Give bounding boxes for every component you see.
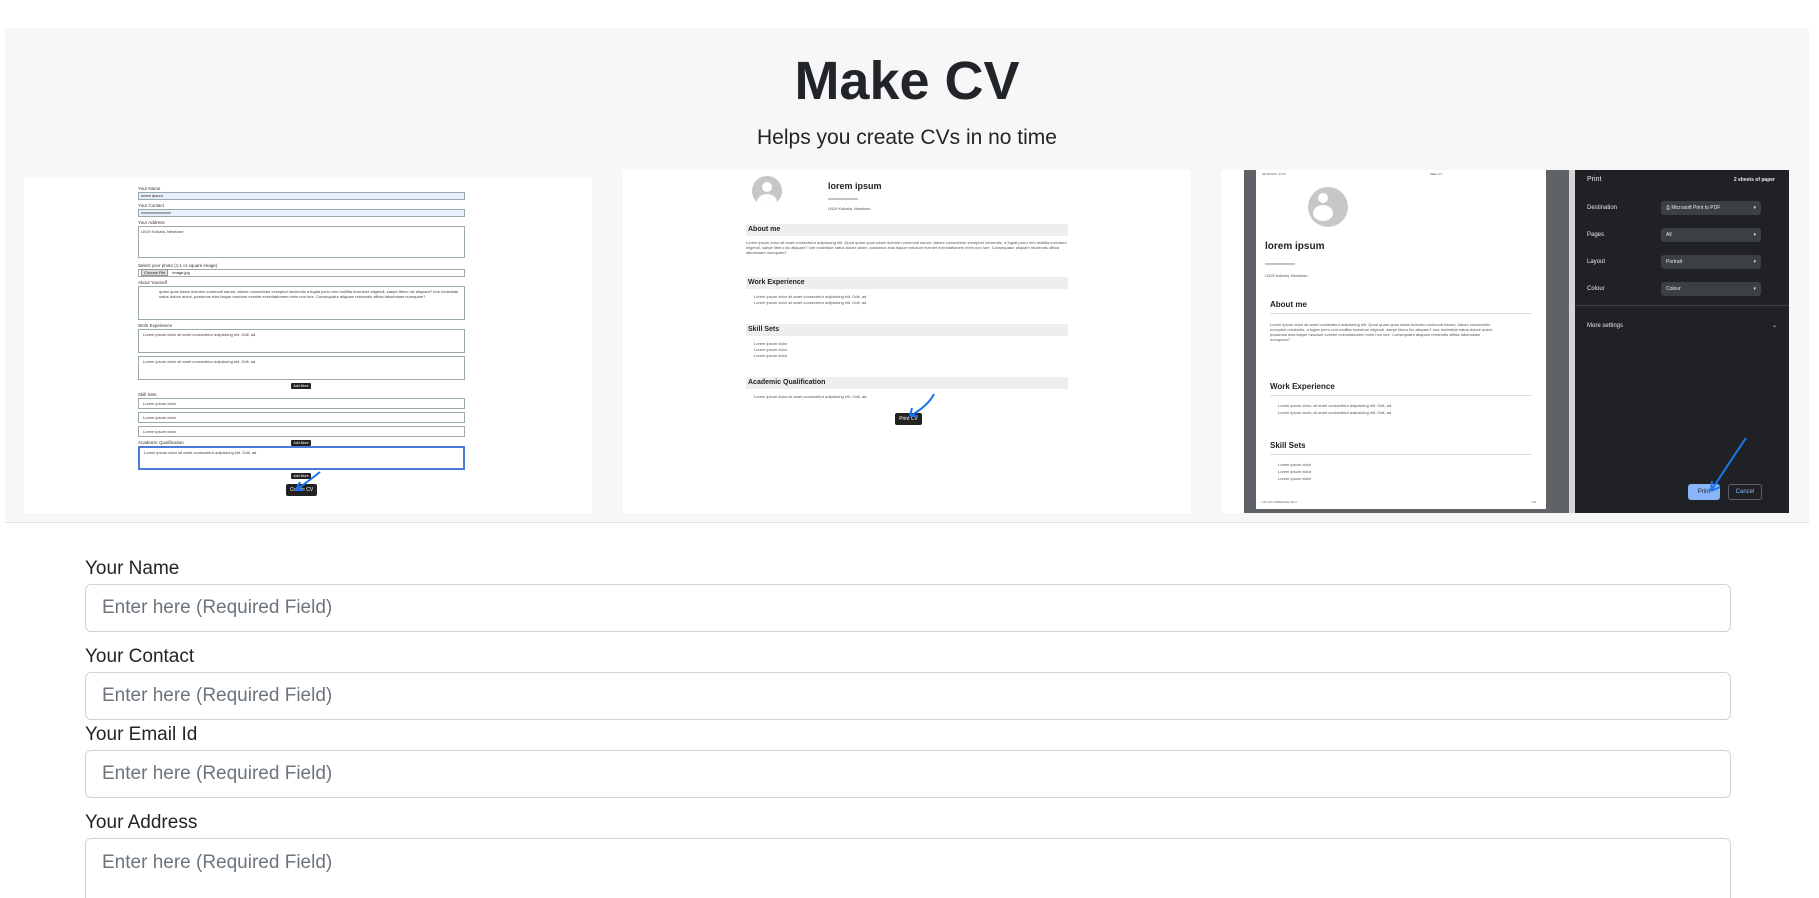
mini-skill-field-3: Lorem ipsum dolor bbox=[138, 426, 465, 437]
chevron-down-icon: ▾ bbox=[1753, 259, 1756, 265]
chevron-down-icon: ⌄ bbox=[1771, 323, 1777, 329]
chevron-down-icon: ▾ bbox=[1753, 205, 1756, 211]
mini-name-field: lorem ipsum bbox=[138, 192, 465, 200]
contact-label: Your Contact bbox=[85, 646, 195, 667]
print-work-2: Lorem ipsum dolor, sit amet consectetur … bbox=[1278, 410, 1393, 415]
preview-image-form: Your Name lorem ipsum Your Contact xxxxx… bbox=[24, 178, 592, 513]
print-section-about: About me bbox=[1270, 300, 1307, 309]
mini-skill-field-2: Lorem ipsum dolor bbox=[138, 412, 465, 423]
print-layout-label: Layout bbox=[1587, 259, 1606, 265]
pointer-arrow-icon bbox=[1710, 437, 1747, 492]
print-cv-name: lorem ipsum bbox=[1265, 241, 1325, 252]
divider bbox=[1575, 305, 1789, 306]
mini-label-work: Work Experience bbox=[138, 323, 173, 328]
mini-cv-skill-3: Lorem ipsum dolor bbox=[754, 353, 788, 358]
mini-cv-section-work: Work Experience bbox=[746, 277, 1068, 289]
mini-cv-section-academic: Academic Qualification bbox=[746, 377, 1068, 389]
avatar-icon bbox=[752, 176, 782, 206]
mini-cv-contact: xxxxxxxxxxxxxxx bbox=[828, 196, 858, 201]
mini-label-skills: Skill Sets bbox=[138, 392, 157, 397]
mini-file-name: image.jpg bbox=[172, 270, 190, 275]
print-skill-2: Lorem ipsum dolor bbox=[1278, 469, 1312, 474]
mini-cv-section-skills: Skill Sets bbox=[746, 324, 1068, 336]
mini-about-field: quam quos totam dolorem commodi earum, l… bbox=[138, 286, 465, 320]
print-layout-value: Portrait bbox=[1666, 259, 1683, 265]
chevron-down-icon: ▾ bbox=[1753, 232, 1756, 238]
email-label: Your Email Id bbox=[85, 724, 198, 745]
preview-image-print: 04/11/2022, 23:11 Make CV lorem ipsum xx… bbox=[1221, 170, 1789, 513]
divider bbox=[1270, 313, 1532, 314]
print-colour-label: Colour bbox=[1587, 286, 1605, 292]
print-colour-select: Colour ▾ bbox=[1661, 282, 1761, 296]
print-cv-address: LB19 Kolkata, Newtown bbox=[1265, 273, 1308, 278]
pointer-arrow-icon bbox=[909, 393, 935, 417]
divider bbox=[1270, 454, 1532, 455]
name-label: Your Name bbox=[85, 558, 180, 579]
mini-label-address: Your Address bbox=[138, 220, 165, 225]
print-footer-page: 1/2 bbox=[1532, 500, 1537, 504]
mini-label-contact: Your Contact bbox=[138, 203, 164, 208]
print-header-title: Make CV bbox=[1430, 172, 1443, 176]
mini-work-field-2: Lorem ipsum dolor sit amet consectetur a… bbox=[138, 356, 465, 380]
preview-image-cv: lorem ipsum xxxxxxxxxxxxxxx LB19 Kolkata… bbox=[623, 170, 1191, 513]
mini-cv-name: lorem ipsum bbox=[828, 181, 882, 191]
print-about-text: Lorem ipsum dolor sit amet consectetur a… bbox=[1270, 322, 1493, 342]
mini-label-photo: Select your photo (1:1 or square image) bbox=[138, 263, 218, 268]
print-pages-select: All ▾ bbox=[1661, 228, 1761, 242]
print-skill-3: Lorem ipsum dolor bbox=[1278, 476, 1312, 481]
mini-cv-section-about: About me bbox=[746, 224, 1068, 236]
mini-label-about: About Yourself bbox=[138, 280, 168, 285]
divider bbox=[1270, 395, 1532, 396]
mini-cv-skill-1: Lorem ipsum dolor bbox=[754, 341, 788, 346]
print-sheets-count: 2 sheets of paper bbox=[1733, 177, 1775, 183]
print-destination-select: ⎙ Microsoft Print to PDF ▾ bbox=[1661, 201, 1761, 215]
pointer-arrow-icon bbox=[295, 471, 321, 491]
page-title: Make CV bbox=[794, 51, 1020, 111]
mini-label-name: Your Name bbox=[138, 186, 161, 191]
contact-input[interactable] bbox=[85, 672, 1731, 720]
mini-file-button: Choose File bbox=[141, 269, 169, 276]
print-section-work: Work Experience bbox=[1270, 382, 1335, 391]
address-textarea[interactable] bbox=[85, 838, 1731, 898]
print-section-skills: Skill Sets bbox=[1270, 441, 1306, 450]
mini-academic-field: Lorem ipsum dolor sit amet consectetur a… bbox=[138, 446, 465, 470]
mini-cv-skill-2: Lorem ipsum dolor bbox=[754, 347, 788, 352]
print-settings-panel: Print 2 sheets of paper Destination ⎙ Mi… bbox=[1575, 170, 1789, 513]
mini-cv-address: LB19 Kolkata, Newtown bbox=[828, 206, 871, 211]
chevron-down-icon: ▾ bbox=[1753, 286, 1756, 292]
mini-cv-work-2: Lorem ipsum dolor sit amet consectetur a… bbox=[754, 300, 868, 305]
mini-add-more-work: Add More bbox=[291, 383, 311, 389]
email-input[interactable] bbox=[85, 750, 1731, 798]
print-destination-label: Destination bbox=[1587, 205, 1618, 211]
mini-file-field: Choose File image.jpg bbox=[138, 269, 465, 277]
address-label: Your Address bbox=[85, 812, 198, 833]
print-skill-1: Lorem ipsum dolor bbox=[1278, 462, 1312, 467]
print-work-1: Lorem ipsum dolor, sit amet consectetur … bbox=[1278, 403, 1393, 408]
print-more-settings: More settings bbox=[1587, 323, 1624, 329]
page-subtitle: Helps you create CVs in no time bbox=[757, 126, 1057, 149]
name-input[interactable] bbox=[85, 584, 1731, 632]
print-destination-value: Microsoft Print to PDF bbox=[1671, 205, 1721, 211]
mini-contact-field: xxxxxxxxxxxxxxx bbox=[138, 209, 465, 217]
print-pages-label: Pages bbox=[1587, 232, 1605, 238]
mini-cv-about-text: Lorem ipsum dolor sit amet consectetur a… bbox=[746, 240, 1067, 255]
avatar-icon bbox=[1308, 187, 1348, 227]
print-panel-title: Print bbox=[1587, 176, 1602, 183]
mini-address-field: LB19 Kolkata, Newtown bbox=[138, 226, 465, 258]
print-preview-page: 04/11/2022, 23:11 Make CV lorem ipsum xx… bbox=[1256, 170, 1546, 509]
mini-label-academic: Academic Qualification bbox=[138, 440, 184, 445]
print-pages-value: All bbox=[1666, 232, 1672, 238]
mini-cv-work-1: Lorem ipsum dolor sit amet consectetur a… bbox=[754, 294, 868, 299]
mini-skill-field-1: Lorem ipsum dolor bbox=[138, 398, 465, 409]
print-layout-select: Portrait ▾ bbox=[1661, 255, 1761, 269]
print-header-date: 04/11/2022, 23:11 bbox=[1262, 172, 1286, 176]
print-cv-contact: xxxxxxxxxxxxxxx bbox=[1265, 261, 1295, 266]
print-colour-value: Colour bbox=[1666, 286, 1681, 292]
print-footer-url: 127.0.0.1:5500/index.html bbox=[1262, 500, 1297, 504]
mini-work-field-1: Lorem ipsum dolor sit amet consectetur a… bbox=[138, 329, 465, 353]
